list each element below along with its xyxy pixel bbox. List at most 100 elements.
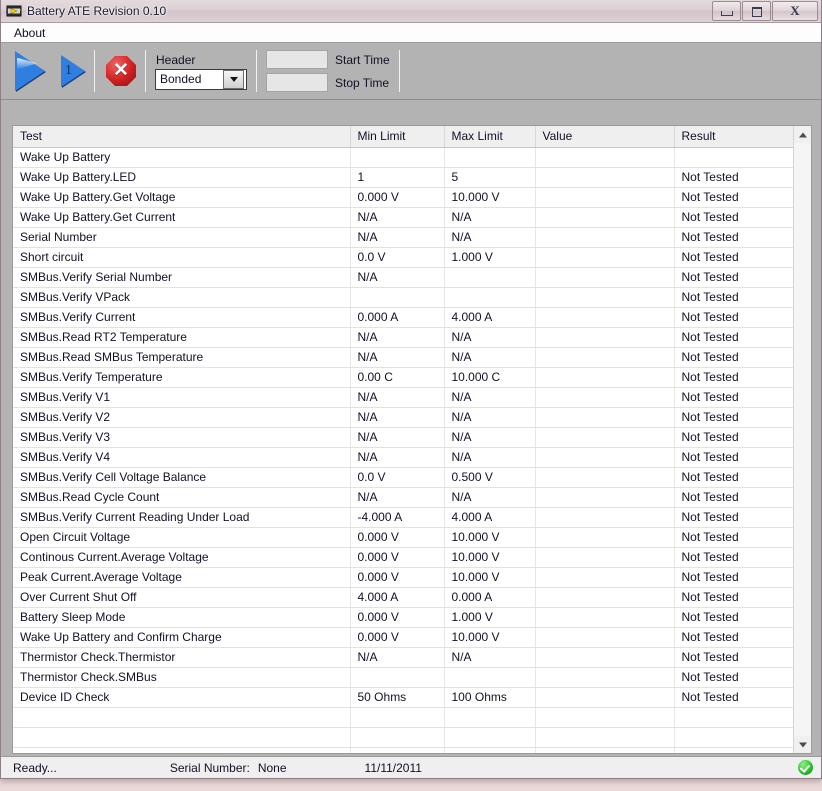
table-row[interactable]: Wake Up Battery.LED 1 5 Not Tested (13, 167, 793, 188)
cell-max-limit: 100 Ohms (444, 687, 536, 708)
abort-x-icon: ✕ (113, 60, 129, 81)
table-row[interactable]: SMBus.Read Cycle Count N/A N/A Not Tested (13, 487, 793, 508)
toolbar-separator (145, 50, 146, 92)
table-row[interactable]: Wake Up Battery.Get Voltage 0.000 V 10.000… (13, 187, 793, 208)
stop-time-field[interactable] (266, 73, 328, 92)
column-header-min[interactable]: Min Limit (350, 126, 445, 148)
cell-result: Not Tested (674, 427, 793, 448)
toolbar-separator (398, 50, 400, 92)
cell-result: Not Tested (674, 467, 793, 488)
table-row[interactable]: SMBus.Verify Cell Voltage Balance 0.0 V 0.… (13, 467, 793, 488)
cell-min-limit (350, 287, 445, 308)
table-row[interactable]: SMBus.Verify V1 N/A N/A Not Tested (13, 387, 793, 408)
chevron-down-icon[interactable] (223, 69, 244, 89)
table-row[interactable]: Serial Number N/A N/A Not Tested (13, 227, 793, 248)
table-row[interactable]: SMBus.Verify Current 0.000 A 4.000 A Not Te… (13, 307, 793, 328)
cell-result: Not Tested (674, 267, 793, 288)
table-row[interactable]: Open Circuit Voltage 0.000 V 10.000 V Not T… (13, 527, 793, 548)
cell-test (13, 747, 351, 753)
start-time-field[interactable] (266, 50, 328, 69)
column-header-test[interactable]: Test (13, 126, 351, 148)
table-row[interactable] (13, 747, 793, 753)
cell-result: Not Tested (674, 567, 793, 588)
table-row[interactable]: Wake Up Battery and Confirm Charge 0.000 … (13, 627, 793, 648)
cell-test: Open Circuit Voltage (13, 527, 351, 548)
title-bar: Battery ATE Revision 0.10 X (1, 0, 821, 23)
table-row[interactable]: Thermistor Check.SMBus Not Tested (13, 667, 793, 688)
cell-min-limit: 4.000 A (350, 587, 445, 608)
cell-value (535, 387, 675, 408)
cell-test: Wake Up Battery.Get Voltage (13, 187, 351, 208)
table-row[interactable]: Device ID Check 50 Ohms 100 Ohms Not Tested (13, 687, 793, 708)
cell-test: SMBus.Verify V1 (13, 387, 351, 408)
close-button[interactable]: X (772, 1, 818, 21)
cell-value (535, 147, 675, 168)
cell-result: Not Tested (674, 487, 793, 508)
table-row[interactable]: SMBus.Read RT2 Temperature N/A N/A Not Test… (13, 327, 793, 348)
cell-max-limit: 1.000 V (444, 607, 536, 628)
window-controls: X (711, 1, 818, 21)
column-header-result[interactable]: Result (674, 126, 793, 148)
cell-min-limit: 0.000 V (350, 187, 445, 208)
cell-min-limit: N/A (350, 227, 445, 248)
cell-result: Not Tested (674, 607, 793, 628)
table-row[interactable]: SMBus.Verify V4 N/A N/A Not Tested (13, 447, 793, 468)
menu-bar: About (1, 23, 821, 43)
table-row[interactable]: SMBus.Verify V3 N/A N/A Not Tested (13, 427, 793, 448)
cell-value (535, 287, 675, 308)
table-row[interactable]: Over Current Shut Off 4.000 A 0.000 A Not T… (13, 587, 793, 608)
table-row[interactable]: Continous Current.Average Voltage 0.000 V… (13, 547, 793, 568)
scrollbar-track[interactable] (794, 143, 811, 736)
table-row[interactable]: SMBus.Verify VPack Not Tested (13, 287, 793, 308)
run-arrow-icon (15, 51, 45, 91)
cell-test: SMBus.Verify V2 (13, 407, 351, 428)
cell-test (13, 727, 351, 748)
vertical-scrollbar[interactable] (793, 126, 811, 753)
table-row[interactable]: Battery Sleep Mode 0.000 V 1.000 V Not Test… (13, 607, 793, 628)
column-header-value[interactable]: Value (535, 126, 675, 148)
minimize-button[interactable] (712, 1, 741, 21)
cell-max-limit: 0.500 V (444, 467, 536, 488)
table-row[interactable] (13, 707, 793, 728)
column-header-max[interactable]: Max Limit (444, 126, 536, 148)
cell-max-limit (444, 747, 536, 753)
cell-result: Not Tested (674, 527, 793, 548)
cell-result: Not Tested (674, 227, 793, 248)
run-once-button[interactable]: 1 (45, 55, 85, 87)
cell-test: Wake Up Battery.Get Current (13, 207, 351, 228)
cell-min-limit: N/A (350, 427, 445, 448)
table-row[interactable]: Wake Up Battery (13, 147, 793, 168)
menu-item-about[interactable]: About (7, 24, 52, 42)
header-label: Header (156, 52, 196, 67)
scroll-down-arrow-icon[interactable] (794, 736, 811, 753)
table-row[interactable]: SMBus.Verify V2 N/A N/A Not Tested (13, 407, 793, 428)
cell-result (674, 747, 793, 753)
table-row[interactable]: SMBus.Verify Temperature 0.00 C 10.000 C No… (13, 367, 793, 388)
abort-button[interactable]: ✕ (106, 56, 136, 86)
maximize-icon (752, 7, 762, 17)
time-fields: Start Time Stop Time (266, 50, 390, 92)
table-row[interactable]: SMBus.Verify Current Reading Under Load -… (13, 507, 793, 528)
maximize-button[interactable] (742, 1, 771, 21)
table-row[interactable]: Thermistor Check.Thermistor N/A N/A Not Tes… (13, 647, 793, 668)
table-row[interactable]: SMBus.Read SMBus Temperature N/A N/A Not Te… (13, 347, 793, 368)
table-header: Test Min Limit Max Limit Value Result (13, 126, 793, 148)
status-state: Ready... (13, 760, 57, 775)
cell-value (535, 427, 675, 448)
table-row[interactable]: SMBus.Verify Serial Number N/A Not Tested (13, 267, 793, 288)
cell-max-limit (444, 287, 536, 308)
cell-max-limit: 10.000 C (444, 367, 536, 388)
cell-result (674, 707, 793, 728)
table-row[interactable]: Peak Current.Average Voltage 0.000 V 10.00… (13, 567, 793, 588)
scroll-up-arrow-icon[interactable] (794, 126, 811, 143)
header-select[interactable]: Bonded (155, 68, 247, 90)
table-row[interactable]: Wake Up Battery.Get Current N/A N/A Not Tes… (13, 207, 793, 228)
toolbar: 1 ✕ Header Bonded Start Time Stop Time (1, 43, 821, 100)
cell-value (535, 167, 675, 188)
cell-max-limit: 1.000 V (444, 247, 536, 268)
table-row[interactable]: Short circuit 0.0 V 1.000 V Not Tested (13, 247, 793, 268)
run-button[interactable] (15, 51, 45, 91)
cell-max-limit: N/A (444, 647, 536, 668)
cell-test: Continous Current.Average Voltage (13, 547, 351, 568)
table-row[interactable] (13, 727, 793, 748)
